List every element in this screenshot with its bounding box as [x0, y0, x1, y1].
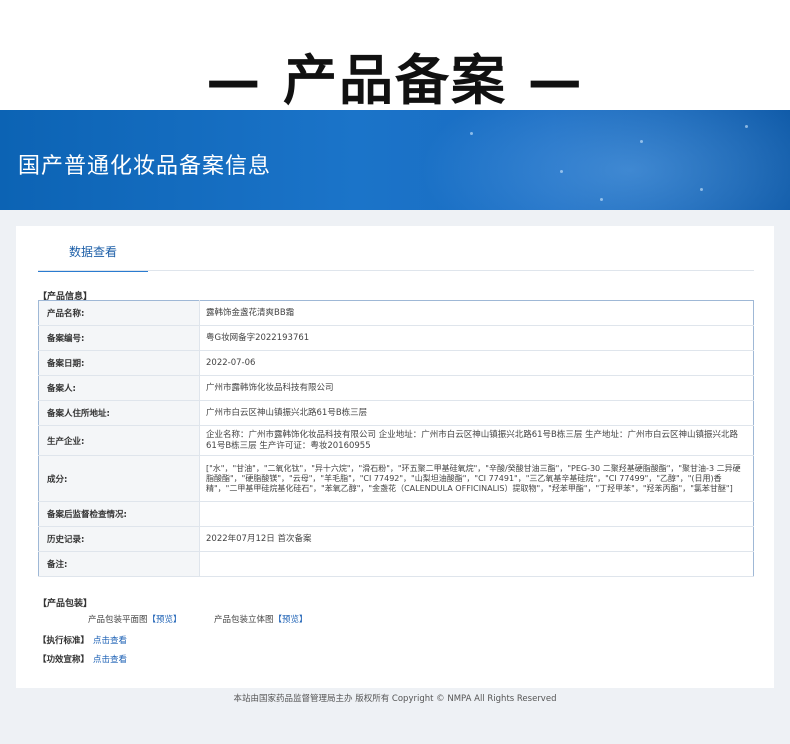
registration-number-value: 粤G妆网备字2022193761 [199, 325, 754, 351]
row-label: 备案人住所地址: [38, 400, 200, 426]
row-label: 生产企业: [38, 425, 200, 456]
standards-link[interactable]: 点击查看 [93, 636, 127, 646]
page-heading: — 产品备案 — [206, 49, 584, 112]
packaging-3d-preview-link[interactable]: 【预览】 [274, 615, 308, 625]
ingredients-value: ["水"，"甘油"，"二氧化钛"，"异十六烷"，"滑石粉"，"环五聚二甲基硅氧烷… [199, 455, 754, 502]
packaging-flat-preview-link[interactable]: 【预览】 [148, 615, 182, 625]
row-label: 产品名称: [38, 300, 200, 326]
registrant-value: 广州市露韩饰化妆品科技有限公司 [199, 375, 754, 401]
table-row: 历史记录: 2022年07月12日 首次备案 [38, 526, 754, 552]
table-row: 备案人: 广州市露韩饰化妆品科技有限公司 [38, 375, 754, 401]
packaging-3d-label: 产品包装立体图 [214, 615, 274, 625]
efficacy-label: 【功效宣称】 [38, 655, 90, 665]
row-label: 备案编号: [38, 325, 200, 351]
table-row: 成分: ["水"，"甘油"，"二氧化钛"，"异十六烷"，"滑石粉"，"环五聚二甲… [38, 455, 754, 502]
registrant-address-value: 广州市白云区神山镇振兴北路61号B栋三层 [199, 400, 754, 426]
row-label: 备案日期: [38, 350, 200, 376]
header-banner: 国产普通化妆品备案信息 [0, 110, 790, 210]
table-row: 生产企业: 企业名称：广州市露韩饰化妆品科技有限公司 企业地址：广州市白云区神山… [38, 425, 754, 456]
packaging-3d-item: 产品包装立体图【预览】 [214, 613, 308, 625]
registration-date-value: 2022-07-06 [199, 350, 754, 376]
history-value: 2022年07月12日 首次备案 [199, 526, 754, 552]
row-label: 备案后监督检查情况: [38, 501, 200, 527]
table-row: 备案后监督检查情况: [38, 501, 754, 527]
table-row: 备案人住所地址: 广州市白云区神山镇振兴北路61号B栋三层 [38, 400, 754, 426]
tab-data-view[interactable]: 数据查看 [38, 240, 148, 272]
manufacturer-value: 企业名称：广州市露韩饰化妆品科技有限公司 企业地址：广州市白云区神山镇振兴北路6… [199, 425, 754, 456]
remarks-value [199, 551, 754, 577]
row-label: 备注: [38, 551, 200, 577]
table-row: 备案编号: 粤G妆网备字2022193761 [38, 325, 754, 351]
inspection-value [199, 501, 754, 527]
banner-title: 国产普通化妆品备案信息 [18, 154, 272, 179]
table-row: 备注: [38, 551, 754, 577]
row-label: 历史记录: [38, 526, 200, 552]
row-label: 成分: [38, 455, 200, 502]
packaging-section-label: 【产品包装】 [38, 599, 93, 609]
row-label: 备案人: [38, 375, 200, 401]
standards-label: 【执行标准】 [38, 636, 90, 646]
footer-copyright: 本站由国家药品监督管理局主办 版权所有 Copyright © NMPA All… [233, 694, 557, 704]
product-name-value: 露韩饰金盏花清爽BB霜 [199, 300, 754, 326]
table-row: 备案日期: 2022-07-06 [38, 350, 754, 376]
tab-divider [38, 270, 754, 271]
packaging-flat-item: 产品包装平面图【预览】 [88, 613, 182, 625]
table-row: 产品名称: 露韩饰金盏花清爽BB霜 [38, 300, 754, 326]
packaging-flat-label: 产品包装平面图 [88, 615, 148, 625]
standards-row: 【执行标准】 点击查看 [38, 634, 127, 646]
product-info-table: 产品名称: 露韩饰金盏花清爽BB霜 备案编号: 粤G妆网备字2022193761… [38, 300, 754, 577]
efficacy-link[interactable]: 点击查看 [93, 655, 127, 665]
efficacy-row: 【功效宣称】 点击查看 [38, 653, 127, 665]
